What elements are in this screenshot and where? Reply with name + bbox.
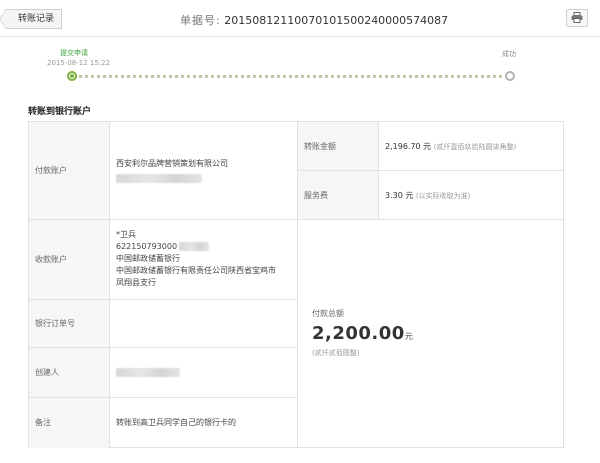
fee-label-cell: 服务费 [298,171,379,220]
total-words: (贰仟贰佰圆整) [312,349,360,357]
creator-label-cell: 创建人 [29,348,110,398]
payer-label-cell: 付款账户 [29,122,110,220]
creator-value-cell [110,348,298,398]
payee-account-line: 622150793000 [116,241,210,253]
fee-value: 3.30 [385,191,403,200]
order-value-cell [110,300,298,348]
creator-redacted [116,368,180,377]
receipt-value: 20150812110070101500240000574087 [224,14,449,27]
step-submit-dot [67,71,77,81]
remark-value-cell: 转账到高卫兵同学自己的银行卡的 [110,398,298,448]
order-label-cell: 银行订单号 [29,300,110,348]
order-label: 银行订单号 [35,319,75,328]
payee-label-cell: 收款账户 [29,220,110,300]
receipt-label: 单据号: [180,14,221,27]
total-unit: 元 [404,332,413,341]
print-button[interactable] [566,9,588,27]
back-tab-label: 转账记录 [18,14,55,24]
payee-label: 收款账户 [35,255,67,264]
fee-value-cell: 3.30 元 (以实际收取为准) [379,171,564,220]
fee-value-line: 3.30 元 (以实际收取为准) [385,190,470,202]
section-title: 转账到银行账户 [28,107,92,117]
step-success-dot [505,71,515,81]
step-submit-label: 提交申请 [60,49,88,57]
back-to-transfer-records-button[interactable]: 转账记录 [0,9,62,29]
amount-unit: 元 [423,142,432,151]
amount-value-cell: 2,196.70 元 (贰仟壹佰玖拾陆圆柒角整) [379,122,564,171]
amount-label: 转账金额 [304,142,336,151]
fee-label: 服务费 [304,191,328,200]
total-value: 2,200.00 [312,323,405,344]
transfer-details-table: 付款账户 西安利尔品牌营销策划有限公司 转账金额 2,196.70 元 (贰仟壹… [28,121,564,448]
payee-value-cell: *卫兵 622150793000 中国邮政储蓄银行 中国邮政储蓄银行有限责任公司… [110,220,298,300]
payer-company: 西安利尔品牌营销策划有限公司 [116,159,228,168]
printer-icon [571,11,583,25]
amount-words: (贰仟壹佰玖拾陆圆柒角整) [433,143,517,151]
payee-account: 622150793000 [116,242,178,251]
payee-branch-line2: 凤翔县支行 [116,278,156,287]
payee-account-redacted [179,242,210,251]
amount-value-line: 2,196.70 元 (贰仟壹佰玖拾陆圆柒角整) [385,141,516,153]
remark-value: 转账到高卫兵同学自己的银行卡的 [116,418,236,427]
payee-branch-line1: 中国邮政储蓄银行有限责任公司陕西省宝鸡市 [116,266,276,275]
fee-note: (以实际收取为准) [415,192,471,200]
progress-track [74,75,508,78]
total-value-line: 2,200.00元 [312,323,413,348]
remark-label: 备注 [35,418,51,427]
fee-unit: 元 [405,191,414,200]
payer-label: 付款账户 [35,166,67,175]
header-divider [0,36,600,37]
amount-label-cell: 转账金额 [298,122,379,171]
payer-account-redacted [116,174,202,183]
remark-label-cell: 备注 [29,398,110,448]
payee-bank: 中国邮政储蓄银行 [116,254,180,263]
step-success-label: 成功 [502,50,516,58]
creator-label: 创建人 [35,368,59,377]
step-submit-time: 2015-08-12 15:22 [47,59,111,67]
total-label: 付款总额 [312,309,344,318]
receipt-number: 单据号: 20150812110070101500240000574087 [180,12,448,28]
amount-value: 2,196.70 [385,142,421,151]
payee-name: *卫兵 [116,230,136,239]
total-cell: 付款总额 2,200.00元 (贰仟贰佰圆整) [298,220,564,448]
payer-value-cell: 西安利尔品牌营销策划有限公司 [110,122,298,220]
